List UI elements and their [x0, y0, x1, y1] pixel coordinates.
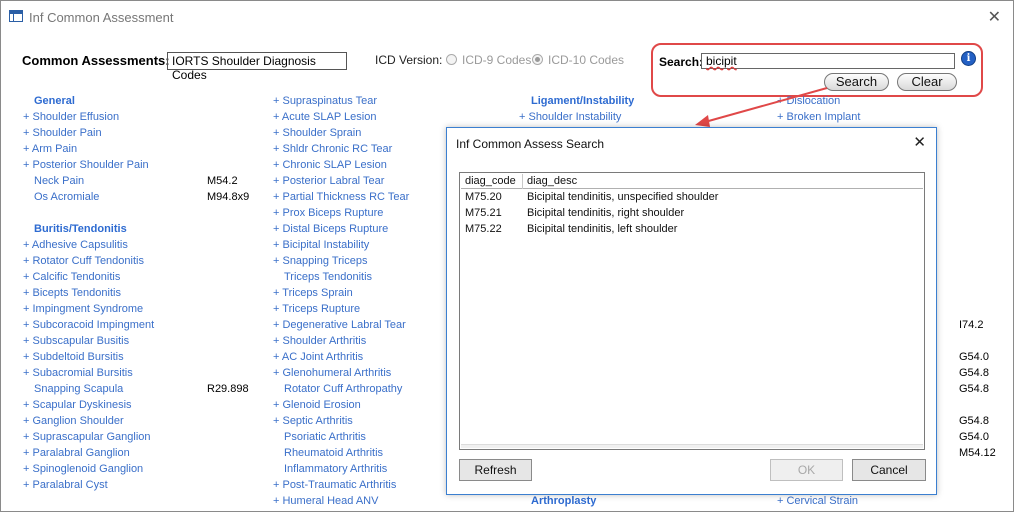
main-window: Inf Common Assessment ✕ Common Assessmen…	[0, 0, 1014, 512]
cell-diag-code: M75.21	[465, 207, 502, 219]
grid-header: diag_code diag_desc	[461, 174, 923, 189]
ok-button[interactable]: OK	[770, 459, 843, 481]
column-header-diag-code[interactable]: diag_code	[461, 174, 523, 189]
column-header-diag-desc[interactable]: diag_desc	[523, 174, 923, 189]
search-results-dialog: Inf Common Assess Search ✕ diag_code dia…	[446, 127, 937, 495]
dialog-close-icon[interactable]: ✕	[913, 133, 926, 151]
cell-diag-code: M75.20	[465, 191, 502, 203]
table-row[interactable]: M75.20 Bicipital tendinitis, unspecified…	[461, 190, 923, 206]
cancel-button[interactable]: Cancel	[852, 459, 926, 481]
results-grid: diag_code diag_desc M75.20 Bicipital ten…	[459, 172, 925, 450]
grid-horizontal-scrollbar[interactable]	[461, 444, 923, 448]
refresh-button[interactable]: Refresh	[459, 459, 532, 481]
cell-diag-desc: Bicipital tendinitis, right shoulder	[527, 207, 685, 219]
cell-diag-code: M75.22	[465, 223, 502, 235]
cell-diag-desc: Bicipital tendinitis, unspecified should…	[527, 191, 719, 203]
table-row[interactable]: M75.21 Bicipital tendinitis, right shoul…	[461, 206, 923, 222]
dialog-title: Inf Common Assess Search	[456, 137, 605, 151]
cell-diag-desc: Bicipital tendinitis, left shoulder	[527, 223, 678, 235]
table-row[interactable]: M75.22 Bicipital tendinitis, left should…	[461, 222, 923, 238]
